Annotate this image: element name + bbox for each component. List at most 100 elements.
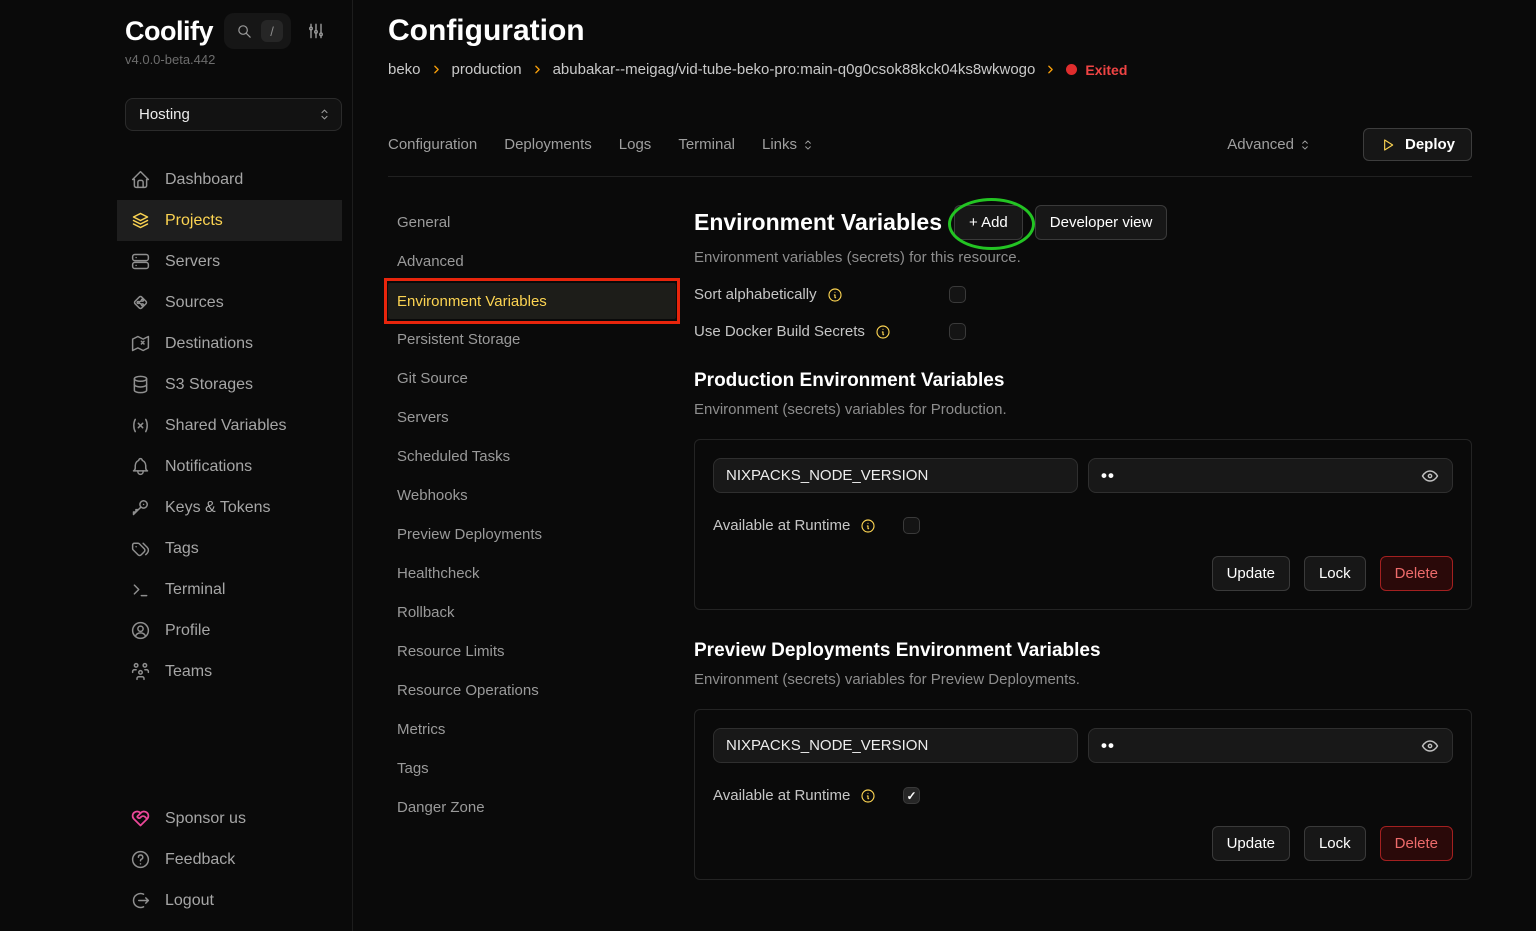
delete-button[interactable]: Delete [1380,556,1453,591]
chevron-updown-icon [801,138,815,152]
app-version: v4.0.0-beta.442 [117,52,342,67]
subnav-rollback[interactable]: Rollback [388,593,676,632]
add-button[interactable]: + Add [954,205,1023,240]
subnav-resource-operations[interactable]: Resource Operations [388,671,676,710]
docker-build-secrets-row: Use Docker Build Secrets [694,323,1472,340]
delete-button[interactable]: Delete [1380,826,1453,861]
sidebar-item-terminal[interactable]: Terminal [117,569,342,610]
sidebar-item-profile[interactable]: Profile [117,610,342,651]
database-icon [130,374,151,395]
sidebar-item-label: S3 Storages [165,376,253,394]
tab-links[interactable]: Links [762,136,815,153]
sidebar-item-feedback[interactable]: Feedback [117,839,342,880]
env-var-card: •• Available at Runtime Update Lock [694,439,1472,610]
info-icon [875,324,891,340]
sidebar-item-teams[interactable]: Teams [117,651,342,692]
subnav-git-source[interactable]: Git Source [388,359,676,398]
sidebar-item-sources[interactable]: Sources [117,282,342,323]
sidebar-footer: Sponsor us Feedback Logout [117,798,342,931]
sidebar-item-destinations[interactable]: Destinations [117,323,342,364]
terminal-icon [130,579,151,600]
subnav-resource-limits[interactable]: Resource Limits [388,632,676,671]
sidebar-item-shared-variables[interactable]: Shared Variables [117,405,342,446]
env-var-value-input[interactable]: •• [1088,728,1453,763]
subnav-metrics[interactable]: Metrics [388,710,676,749]
advanced-dropdown[interactable]: Advanced [1227,136,1312,153]
breadcrumb-environment[interactable]: production [452,61,522,78]
sidebar-item-projects[interactable]: Projects [117,200,342,241]
variable-icon [130,415,151,436]
tab-configuration[interactable]: Configuration [388,136,477,153]
status-badge: Exited [1066,62,1127,78]
available-at-runtime-checkbox[interactable] [903,787,920,804]
chevron-updown-icon [317,107,332,122]
sidebar-item-label: Logout [165,892,214,910]
sidebar-item-servers[interactable]: Servers [117,241,342,282]
sidebar-item-dashboard[interactable]: Dashboard [117,159,342,200]
search-icon [236,23,253,40]
toggle-label: Sort alphabetically [694,286,817,303]
sidebar-item-sponsor-us[interactable]: Sponsor us [117,798,342,839]
search-button[interactable]: / [224,13,291,49]
team-select[interactable]: Hosting [125,98,342,131]
subnav-servers[interactable]: Servers [388,398,676,437]
subnav-environment-variables[interactable]: Environment Variables [388,283,676,319]
toggle-label: Use Docker Build Secrets [694,323,865,340]
masked-value: •• [1101,466,1115,486]
sidebar-item-notifications[interactable]: Notifications [117,446,342,487]
eye-icon[interactable] [1420,466,1440,486]
sidebar-item-label: Sponsor us [165,810,246,828]
sidebar-item-label: Teams [165,663,212,681]
advanced-label: Advanced [1227,136,1294,153]
available-at-runtime-checkbox[interactable] [903,517,920,534]
tab-terminal[interactable]: Terminal [678,136,735,153]
subnav-preview-deployments[interactable]: Preview Deployments [388,515,676,554]
page-title: Configuration [388,14,1472,48]
subnav-scheduled-tasks[interactable]: Scheduled Tasks [388,437,676,476]
env-var-name-input[interactable] [713,728,1078,763]
subnav-general[interactable]: General [388,203,676,242]
sidebar-item-tags[interactable]: Tags [117,528,342,569]
preview-vars-title: Preview Deployments Environment Variable… [694,640,1472,662]
subnav-tags[interactable]: Tags [388,749,676,788]
breadcrumb: beko production abubakar--meigag/vid-tub… [388,61,1472,78]
subnav-webhooks[interactable]: Webhooks [388,476,676,515]
subnav-advanced[interactable]: Advanced [388,242,676,281]
info-icon [827,287,843,303]
home-icon [130,169,151,190]
sidebar-item-label: Notifications [165,458,252,476]
update-button[interactable]: Update [1212,826,1290,861]
help-circle-icon [130,849,151,870]
sidebar-item-keys-tokens[interactable]: Keys & Tokens [117,487,342,528]
sidebar-item-s3-storages[interactable]: S3 Storages [117,364,342,405]
deploy-button[interactable]: Deploy [1363,128,1472,161]
play-icon [1380,137,1396,153]
app-window: Coolify / v4.0.0-beta.442 Hosting Dashbo… [0,0,1536,931]
lock-button[interactable]: Lock [1304,826,1366,861]
production-vars-subtitle: Environment (secrets) variables for Prod… [694,401,1472,418]
subnav-danger-zone[interactable]: Danger Zone [388,788,676,827]
status-dot-icon [1066,64,1077,75]
lock-button[interactable]: Lock [1304,556,1366,591]
update-button[interactable]: Update [1212,556,1290,591]
app-logo[interactable]: Coolify [125,16,213,47]
sidebar-item-label: Keys & Tokens [165,499,271,517]
subnav-persistent-storage[interactable]: Persistent Storage [388,320,676,359]
chevron-right-icon [1044,63,1057,76]
breadcrumb-resource[interactable]: abubakar--meigag/vid-tube-beko-pro:main-… [553,61,1036,78]
sort-alphabetically-checkbox[interactable] [949,286,966,303]
docker-build-secrets-checkbox[interactable] [949,323,966,340]
env-var-value-input[interactable]: •• [1088,458,1453,493]
tab-logs[interactable]: Logs [619,136,652,153]
tab-deployments[interactable]: Deployments [504,136,592,153]
sidebar-item-logout[interactable]: Logout [117,880,342,921]
env-var-name-input[interactable] [713,458,1078,493]
eye-icon[interactable] [1420,736,1440,756]
status-label: Exited [1085,62,1127,78]
developer-view-button[interactable]: Developer view [1035,205,1168,240]
info-icon [860,518,876,534]
breadcrumb-team[interactable]: beko [388,61,421,78]
adjustments-icon[interactable] [306,21,326,41]
subnav-healthcheck[interactable]: Healthcheck [388,554,676,593]
runtime-label: Available at Runtime [713,787,850,804]
